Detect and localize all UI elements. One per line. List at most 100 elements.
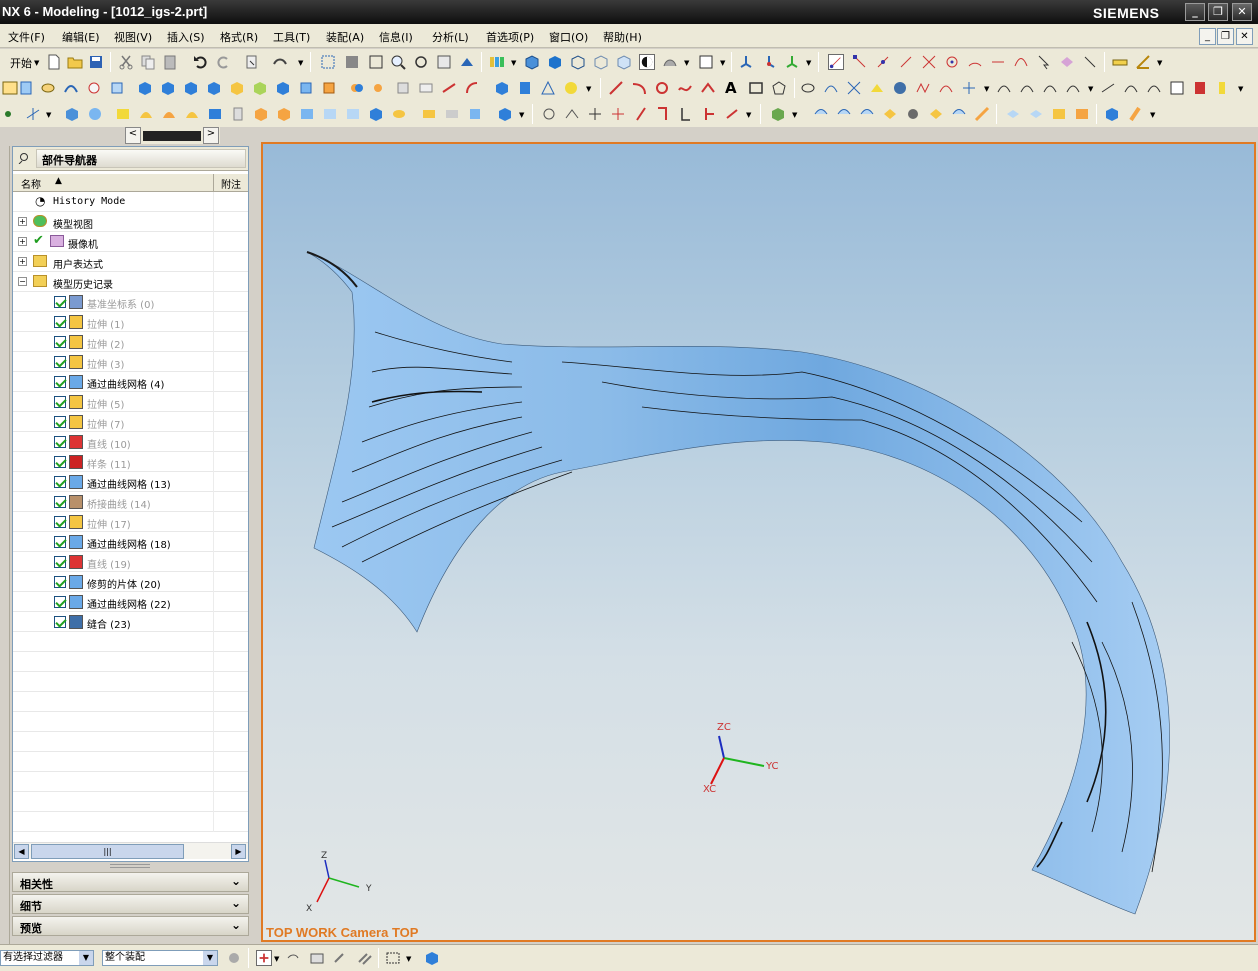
surface-analysis-2-icon[interactable] [836, 106, 852, 122]
trim-curve-icon[interactable] [996, 80, 1012, 96]
layer-icon-1[interactable] [1005, 106, 1021, 122]
shell-icon[interactable] [517, 80, 533, 96]
trimmed-sheet-icon[interactable] [421, 106, 437, 122]
revolve-icon[interactable] [40, 80, 56, 96]
control-point-icon[interactable] [898, 54, 914, 70]
filter-settings-icon[interactable] [226, 950, 242, 966]
open-folder-icon[interactable] [67, 54, 83, 70]
chevron-down-icon[interactable]: ▼ [79, 951, 93, 965]
split-body-icon[interactable] [441, 80, 457, 96]
point-on-curve-icon[interactable] [1013, 54, 1029, 70]
doc-minimize-button[interactable]: _ [1199, 28, 1216, 45]
arc-icon[interactable] [631, 80, 647, 96]
perspective-icon[interactable] [459, 54, 475, 70]
sphere-icon[interactable] [563, 80, 579, 96]
offset-curve-icon[interactable] [700, 80, 716, 96]
visibility-checkbox[interactable] [54, 596, 66, 608]
sweep-icon[interactable] [63, 80, 79, 96]
intersect-icon[interactable] [395, 80, 411, 96]
sketch-curve-icon[interactable] [541, 106, 557, 122]
tree-item[interactable]: 基准坐标系 (0) [13, 292, 248, 312]
sew-icon[interactable] [444, 106, 460, 122]
tree-item[interactable]: 拉伸 (5) [13, 392, 248, 412]
tree-item[interactable]: 通过曲线网格 (22) [13, 592, 248, 612]
studio-render-icon[interactable] [639, 54, 655, 70]
extension-icon[interactable] [299, 106, 315, 122]
spline-icon[interactable] [677, 80, 693, 96]
hole-icon[interactable] [229, 80, 245, 96]
surface-analysis-6-icon[interactable] [928, 106, 944, 122]
start-button[interactable]: 开始 [10, 55, 32, 71]
panel-details[interactable]: 细节 ⌄ [12, 894, 249, 914]
unite-icon[interactable] [349, 80, 365, 96]
close-button[interactable]: ✕ [1232, 3, 1252, 21]
select-tool-icon[interactable] [272, 54, 288, 70]
select-faces-icon[interactable] [309, 950, 325, 966]
expand-icon[interactable]: + [18, 257, 27, 266]
chevron-down-icon[interactable]: ▼ [203, 951, 217, 965]
section-surface-icon[interactable] [207, 106, 223, 122]
surface-from-poles-icon[interactable] [87, 106, 103, 122]
menu-assembly[interactable]: 装配(A) [326, 29, 364, 45]
layer-icon-2[interactable] [1028, 106, 1044, 122]
wcs-dropdown-arrow[interactable]: ▼ [806, 59, 811, 67]
tree-item[interactable]: 样条 (11) [13, 452, 248, 472]
layer-icon-3[interactable] [1051, 106, 1067, 122]
surface-analysis-8-icon[interactable] [974, 106, 990, 122]
quick-extend-icon[interactable] [610, 106, 626, 122]
curve-dropdown-arrow[interactable]: ▼ [984, 85, 989, 93]
tree-item[interactable]: 拉伸 (7) [13, 412, 248, 432]
polygon-icon[interactable] [771, 80, 787, 96]
tree-item[interactable]: 通过曲线网格 (4) [13, 372, 248, 392]
visibility-checkbox[interactable] [54, 456, 66, 468]
measure-angle-icon[interactable] [1135, 54, 1151, 70]
visibility-checkbox[interactable] [54, 396, 66, 408]
hscroll-left-arrow[interactable]: ◀ [14, 844, 29, 859]
expand-icon[interactable]: + [18, 237, 27, 246]
note-column-header[interactable]: 附注 [221, 176, 241, 191]
tree-item[interactable]: 通过曲线网格 (13) [13, 472, 248, 492]
swept-surface-icon[interactable] [184, 106, 200, 122]
subtract-icon[interactable] [372, 80, 388, 96]
offset-surface-icon[interactable] [322, 106, 338, 122]
visibility-checkbox[interactable] [54, 556, 66, 568]
selection-scope-combo[interactable]: 整个装配 ▼ [102, 950, 218, 966]
block-icon[interactable] [137, 80, 153, 96]
chevron-down-icon[interactable]: ⌄ [231, 874, 241, 888]
menu-window[interactable]: 窗口(O) [549, 29, 588, 45]
select-mode-dropdown-arrow[interactable]: ▼ [406, 955, 411, 963]
tree-item[interactable]: − 模型历史记录 [13, 272, 248, 292]
cone-feature-icon[interactable] [183, 80, 199, 96]
render-style-icon[interactable] [489, 54, 505, 70]
fit-icon[interactable] [320, 54, 336, 70]
start-dropdown-arrow[interactable]: ▼ [34, 59, 39, 67]
edit-curve-dropdown-arrow[interactable]: ▼ [1088, 85, 1093, 93]
sketch-dropdown-arrow[interactable]: ▼ [746, 111, 751, 119]
book-icon[interactable] [1192, 80, 1208, 96]
panel-dependencies[interactable]: 相关性 ⌄ [12, 872, 249, 892]
law-extension-icon[interactable] [276, 106, 292, 122]
surface-analysis-4-icon[interactable] [882, 106, 898, 122]
tree-item[interactable]: 缝合 (23) [13, 612, 248, 632]
save-icon[interactable] [88, 54, 104, 70]
intersection-point-icon[interactable] [921, 54, 937, 70]
panel-splitter[interactable] [110, 864, 150, 868]
graphics-window[interactable]: ZC YC XC Z Y X TOP WORK Camera TOP [261, 142, 1256, 942]
pocket-icon[interactable] [275, 80, 291, 96]
surface-dropdown-arrow[interactable]: ▼ [519, 111, 524, 119]
through-curves-icon[interactable] [138, 106, 154, 122]
visibility-checkbox[interactable] [54, 296, 66, 308]
menu-view[interactable]: 视图(V) [114, 29, 152, 45]
quadrant-point-icon[interactable] [967, 54, 983, 70]
stretch-curve-icon[interactable] [1065, 80, 1081, 96]
curve-analysis-icon[interactable] [1146, 80, 1162, 96]
rectangle-icon[interactable] [748, 80, 764, 96]
section-curve-icon[interactable] [938, 80, 954, 96]
arc-center-icon[interactable] [944, 54, 960, 70]
sphere-feature-icon[interactable] [206, 80, 222, 96]
surface-analysis-7-icon[interactable] [951, 106, 967, 122]
cursor-select-icon[interactable] [1036, 54, 1052, 70]
background-color-icon[interactable] [698, 54, 714, 70]
through-curve-mesh-icon[interactable] [161, 106, 177, 122]
thicken-icon[interactable] [497, 106, 513, 122]
